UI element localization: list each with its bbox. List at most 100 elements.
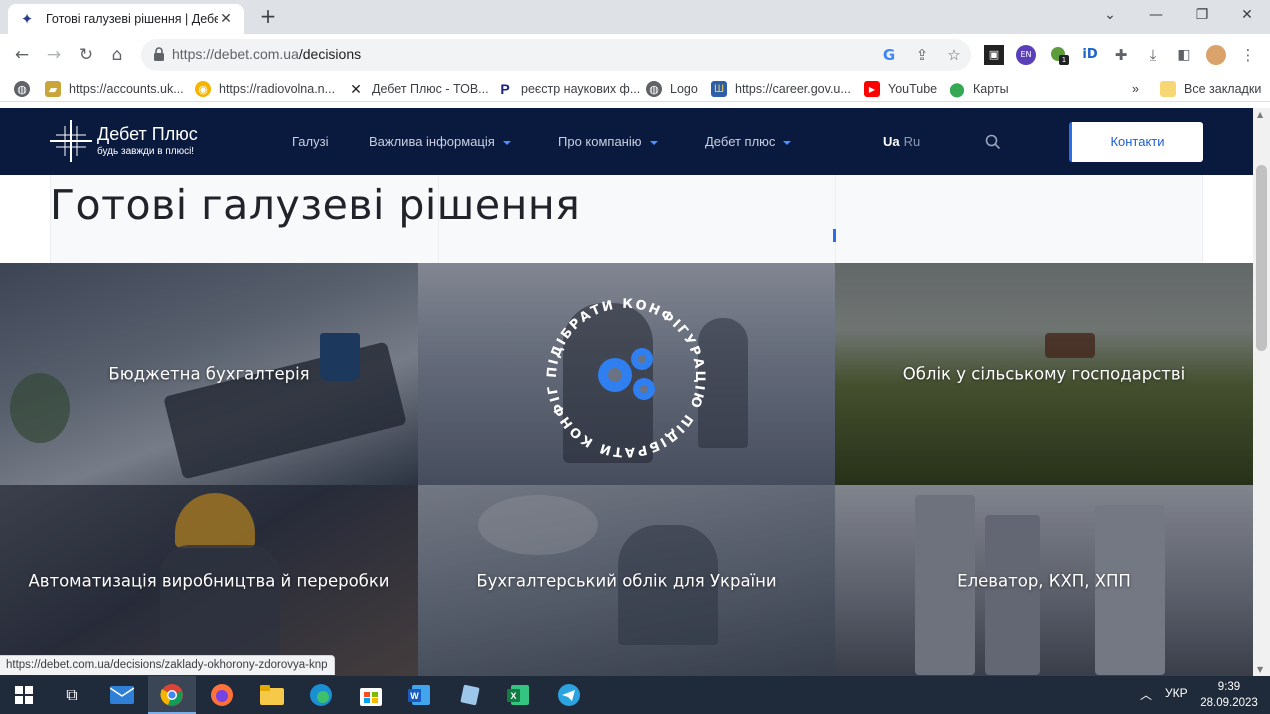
edge-icon[interactable] (307, 681, 335, 709)
scroll-up-icon[interactable]: ▲ (1257, 110, 1263, 119)
browser-tab-strip: ✦ Готові галузеві рішення | Дебет ✕ + ⌄ … (0, 0, 1270, 34)
divider (835, 175, 836, 263)
globe-icon: ◍ (646, 81, 662, 97)
tile-label: Автоматизація виробництва й переробки (28, 571, 390, 590)
tile-label: Елеватор, КХП, ХПП (957, 571, 1131, 590)
minimize-button[interactable]: — (1141, 4, 1171, 26)
bookmark-maps[interactable]: ⬤ Карты (949, 80, 1008, 98)
close-window-button[interactable]: ✕ (1232, 4, 1262, 26)
bookmark-registry[interactable]: Pреєстр наукових ф... (497, 80, 640, 98)
share-icon[interactable]: ⇪ (912, 45, 932, 65)
side-panel-icon[interactable]: ◧ (1174, 45, 1194, 65)
extension-en-icon[interactable]: EN (1016, 45, 1036, 65)
tile-label: Бюджетна бухгалтерія (108, 364, 310, 384)
file-explorer-icon[interactable] (258, 681, 286, 709)
menu-debet-plus[interactable]: Дебет плюс (705, 134, 792, 149)
store-icon[interactable] (357, 681, 385, 709)
extension-photo-icon[interactable]: ▣ (984, 45, 1004, 65)
taskbar-clock[interactable]: 9:39 28.09.2023 (1198, 679, 1260, 711)
tab-search-chevron-icon[interactable]: ⌄ (1095, 4, 1125, 26)
gears-icon (598, 348, 655, 400)
logo-tagline: будь завжди в плюсі! (97, 146, 195, 157)
extension-badge-icon[interactable]: 1 (1049, 45, 1069, 65)
profile-avatar[interactable] (1206, 45, 1226, 65)
excel-icon[interactable]: X (505, 681, 533, 709)
language-switcher: Ua Ru (883, 134, 920, 149)
tile-budget-accounting[interactable]: Бюджетна бухгалтерія (0, 263, 418, 485)
chevron-down-icon (502, 140, 511, 145)
bookmark-debet[interactable]: ✕ Дебет Плюс - ТОВ... (348, 80, 488, 98)
tray-chevron-up-icon[interactable]: ︿ (1140, 686, 1152, 703)
bookmark-radiovolna[interactable]: ◉ https://radiovolna.n... (195, 80, 335, 98)
menu-important-info[interactable]: Важлива інформація (369, 134, 511, 149)
lang-ru[interactable]: Ru (904, 134, 921, 149)
bookmark-accounts[interactable]: ▰ https://accounts.uk... (45, 80, 184, 98)
input-language[interactable]: УКР (1165, 686, 1188, 700)
bookmark-career[interactable]: Шhttps://career.gov.u... (711, 80, 851, 98)
chevron-down-icon (649, 140, 658, 145)
contacts-button[interactable]: Контакти (1069, 122, 1203, 162)
word-icon[interactable]: W (406, 681, 434, 709)
clock-date: 28.09.2023 (1200, 697, 1258, 709)
scrollbar-thumb[interactable] (1256, 165, 1267, 351)
menu-about-company[interactable]: Про компанію (558, 134, 658, 149)
download-icon[interactable]: ⤓ (1143, 45, 1163, 65)
page-scrollbar[interactable]: ▲ ▼ (1253, 108, 1270, 676)
firefox-icon[interactable] (208, 681, 236, 709)
extensions-puzzle-icon[interactable]: ✚ (1111, 45, 1131, 65)
telegram-icon[interactable] (555, 681, 583, 709)
scroll-down-icon[interactable]: ▼ (1257, 665, 1263, 674)
accent-mark (833, 229, 836, 242)
tile-agriculture[interactable]: Облік у сільському господарстві (835, 263, 1253, 485)
tile-pick-configuration[interactable]: ПІДІБРАТИ КОНФІГУРАЦІЮ ПІДІБРАТИ КОНФІГУ… (418, 263, 835, 485)
map-pin-icon: ⬤ (949, 80, 965, 97)
url-text: https://debet.com.ua/decisions (172, 46, 362, 62)
extension-id-icon[interactable]: iD (1080, 45, 1100, 65)
tile-production-automation[interactable]: Автоматизація виробництва й переробки (0, 485, 418, 676)
windows-start-icon[interactable] (10, 681, 38, 709)
chrome-menu-icon[interactable]: ⋮ (1238, 45, 1258, 65)
lang-ua[interactable]: Ua (883, 134, 900, 149)
browser-toolbar: ← → ↻ ⌂ https://debet.com.ua/decisions G… (0, 34, 1270, 76)
notepad-icon[interactable] (456, 681, 484, 709)
svg-text:W: W (410, 691, 419, 701)
tab-close-icon[interactable]: ✕ (218, 11, 234, 27)
site-favicon-icon: ✦ (20, 10, 34, 28)
configuration-badge: ПІДІБРАТИ КОНФІГУРАЦІЮ ПІДІБРАТИ КОНФІГУ… (541, 293, 705, 459)
address-bar[interactable]: https://debet.com.ua/decisions G ⇪ ☆ (141, 39, 971, 71)
bookmarks-overflow[interactable]: » (1132, 80, 1139, 98)
trident-icon: Ш (711, 81, 727, 97)
reload-icon[interactable]: ↻ (74, 43, 98, 67)
tile-accounting-ukraine[interactable]: Бухгалтерський облік для України (418, 485, 835, 676)
browser-tab-active[interactable]: ✦ Готові галузеві рішення | Дебет ✕ (8, 4, 244, 34)
home-icon[interactable]: ⌂ (105, 43, 129, 67)
tile-elevator[interactable]: Елеватор, КХП, ХПП (835, 485, 1253, 676)
p-icon: P (500, 81, 510, 97)
globe-icon[interactable]: ◍ (14, 80, 38, 98)
bookmark-logo[interactable]: ◍ Logo (646, 80, 698, 98)
task-view-icon[interactable]: ⧉ (58, 681, 86, 709)
bookmark-star-icon[interactable]: ☆ (944, 45, 964, 65)
accounts-icon: ▰ (45, 81, 61, 97)
tab-title: Готові галузеві рішення | Дебет (46, 12, 218, 26)
youtube-icon: ▶ (864, 81, 880, 97)
svg-text:X: X (510, 691, 516, 701)
bookmark-youtube[interactable]: ▶ YouTube (864, 80, 937, 98)
radio-icon: ◉ (195, 81, 211, 97)
logo-name[interactable]: Дебет Плюс (97, 124, 198, 145)
logo-star-icon[interactable] (50, 120, 92, 162)
status-url: https://debet.com.ua/decisions/zaklady-o… (0, 655, 335, 675)
restore-button[interactable]: ❐ (1187, 4, 1217, 26)
page-title-band: Готові галузеві рішення (0, 175, 1253, 263)
forward-arrow-icon[interactable]: → (42, 43, 66, 67)
all-bookmarks[interactable]: Все закладки (1160, 80, 1261, 98)
mail-icon[interactable] (108, 681, 136, 709)
page-title: Готові галузеві рішення (50, 181, 581, 229)
search-icon[interactable] (985, 134, 1001, 150)
chrome-icon[interactable] (158, 681, 186, 709)
folder-icon (1160, 81, 1176, 97)
google-icon[interactable]: G (879, 45, 899, 65)
back-arrow-icon[interactable]: ← (10, 43, 34, 67)
menu-industries[interactable]: Галузі (292, 134, 328, 149)
new-tab-button[interactable]: + (256, 5, 280, 29)
